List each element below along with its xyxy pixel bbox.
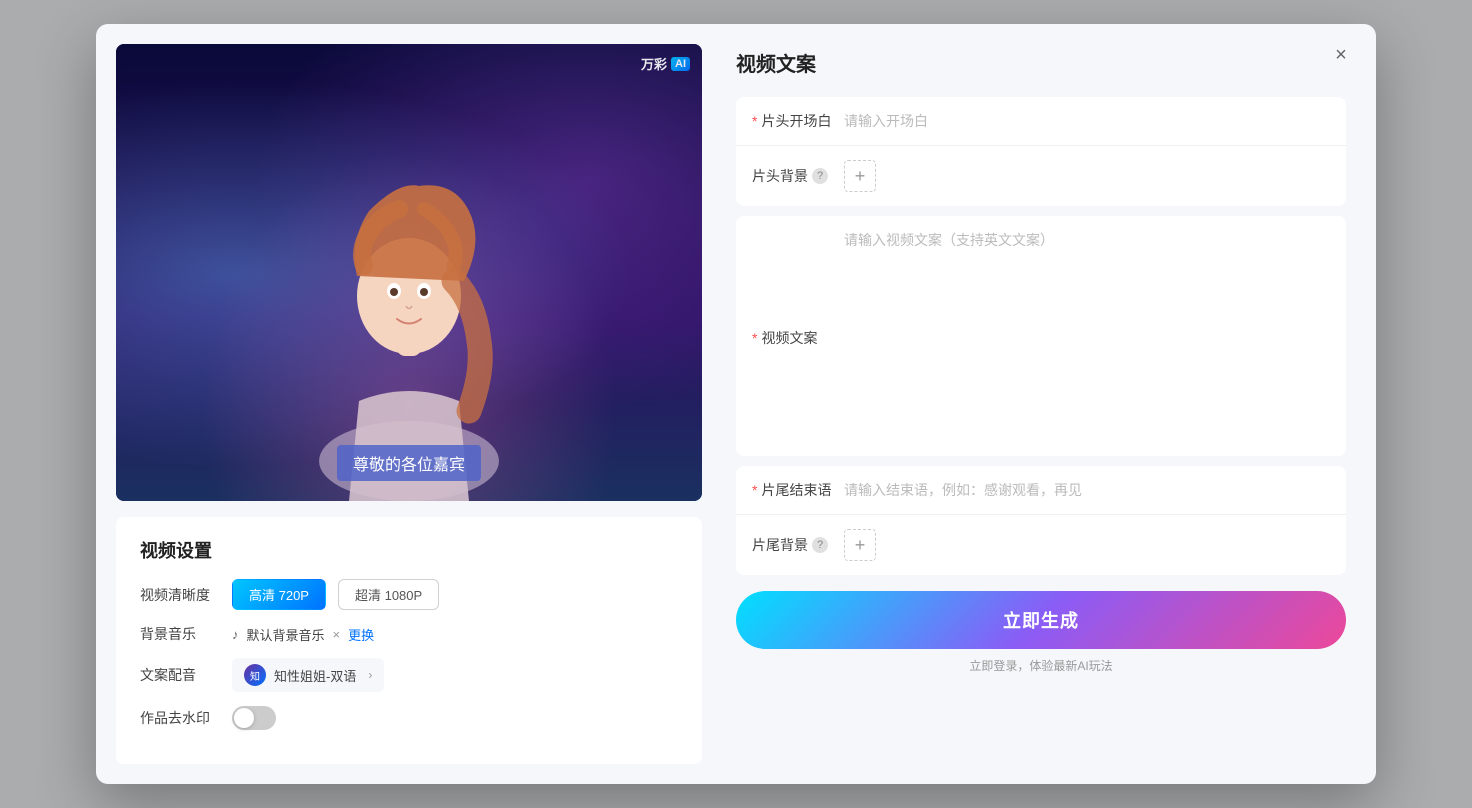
watermark-ai: AI [671, 57, 690, 71]
opening-input[interactable] [844, 113, 1330, 129]
settings-title: 视频设置 [140, 537, 678, 563]
watermark-toggle[interactable] [232, 706, 276, 730]
music-label: 背景音乐 [140, 624, 220, 644]
opening-label: * 片头开场白 [752, 111, 832, 131]
copy-required-star: * [752, 330, 757, 346]
copy-row: * 视频文案 [736, 216, 1346, 456]
music-remove-button[interactable]: × [333, 627, 341, 642]
quality-1080p-button[interactable]: 超清 1080P [338, 579, 439, 610]
settings-section: 视频设置 视频清晰度 高清 720P 超清 1080P 背景音乐 ♪ 默认背景音… [116, 517, 702, 764]
music-change-button[interactable]: 更换 [348, 625, 374, 644]
watermark-row: 作品去水印 [140, 706, 678, 730]
closing-required-star: * [752, 482, 757, 498]
quality-label: 视频清晰度 [140, 585, 220, 605]
panel-title: 视频文案 [736, 48, 1346, 77]
music-note-icon: ♪ [232, 627, 239, 642]
voice-row: 文案配音 知 知性姐姐-双语 › [140, 658, 678, 692]
voice-label: 文案配音 [140, 665, 220, 685]
opening-section: * 片头开场白 片头背景 ? + [736, 97, 1346, 206]
music-control: ♪ 默认背景音乐 × 更换 [232, 625, 374, 644]
close-button[interactable]: × [1326, 40, 1356, 70]
header-bg-row: 片头背景 ? + [736, 146, 1346, 206]
header-bg-add-button[interactable]: + [844, 160, 876, 192]
required-star: * [752, 113, 757, 129]
voice-name: 知性姐姐-双语 [274, 666, 356, 685]
closing-input[interactable] [844, 482, 1330, 498]
subtitle-bar: 尊敬的各位嘉宾 [337, 445, 481, 481]
modal-overlay: × 万彩 AI [0, 0, 1472, 808]
watermark: 万彩 AI [641, 54, 690, 73]
closing-row: * 片尾结束语 [736, 466, 1346, 515]
avatar-container [259, 121, 559, 501]
copy-section: * 视频文案 [736, 216, 1346, 456]
voice-avatar-icon: 知 [244, 664, 266, 686]
watermark-brand: 万彩 [641, 54, 667, 73]
login-hint: 立即登录，体验最新AI玩法 [736, 657, 1346, 674]
watermark-toggle-label: 作品去水印 [140, 708, 220, 728]
header-bg-help-icon[interactable]: ? [812, 168, 828, 184]
copy-label: * 视频文案 [752, 230, 832, 442]
quality-row: 视频清晰度 高清 720P 超清 1080P [140, 579, 678, 610]
header-bg-label: 片头背景 ? [752, 166, 832, 186]
video-preview: 万彩 AI [116, 44, 702, 501]
quality-720p-button[interactable]: 高清 720P [232, 579, 326, 610]
voice-selector[interactable]: 知 知性姐姐-双语 › [232, 658, 384, 692]
closing-section: * 片尾结束语 片尾背景 ? + [736, 466, 1346, 575]
modal-container: × 万彩 AI [96, 24, 1376, 784]
right-panel: 视频文案 * 片头开场白 片头背景 ? + [726, 24, 1376, 784]
toggle-knob [234, 708, 254, 728]
footer-bg-label: 片尾背景 ? [752, 535, 832, 555]
left-panel: 万彩 AI [96, 24, 726, 784]
footer-bg-help-icon[interactable]: ? [812, 537, 828, 553]
copy-textarea[interactable] [844, 230, 1330, 442]
generate-button[interactable]: 立即生成 [736, 591, 1346, 649]
opening-row: * 片头开场白 [736, 97, 1346, 146]
footer-bg-add-button[interactable]: + [844, 529, 876, 561]
closing-label: * 片尾结束语 [752, 480, 832, 500]
chevron-right-icon: › [368, 668, 372, 682]
music-row: 背景音乐 ♪ 默认背景音乐 × 更换 [140, 624, 678, 644]
footer-bg-row: 片尾背景 ? + [736, 515, 1346, 575]
music-name: 默认背景音乐 [247, 625, 325, 644]
